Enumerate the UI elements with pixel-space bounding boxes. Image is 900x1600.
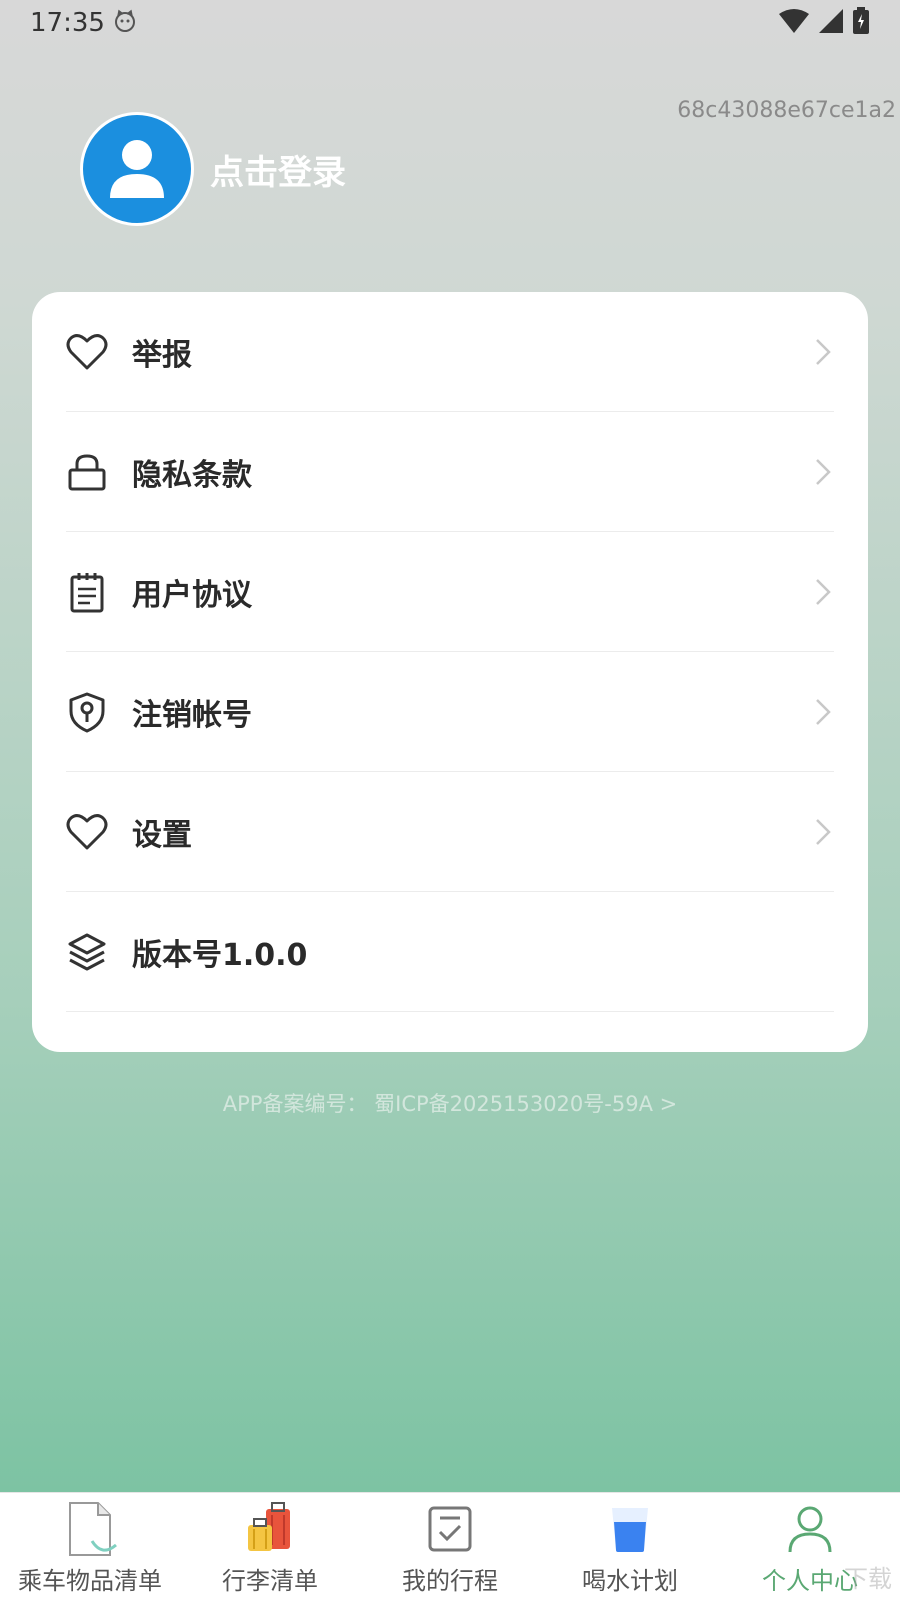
icp-record-link[interactable]: APP备案编号： 蜀ICP备2025153020号-59A >	[0, 1088, 900, 1118]
chevron-right-icon	[814, 817, 834, 847]
tab-label: 喝水计划	[582, 1567, 678, 1595]
status-left: 17:35	[30, 8, 137, 38]
menu-label: 隐私条款	[132, 457, 252, 493]
heart-icon	[66, 811, 108, 853]
tab-luggage[interactable]: 行李清单	[180, 1493, 360, 1600]
chevron-right-icon	[814, 337, 834, 367]
chevron-right-icon	[814, 577, 834, 607]
menu-label: 举报	[132, 337, 192, 373]
watermark-text: 下载	[844, 1565, 892, 1593]
menu-label: 用户协议	[132, 577, 252, 613]
water-cup-icon	[600, 1501, 660, 1557]
shield-key-icon	[66, 691, 108, 733]
luggage-icon	[240, 1501, 300, 1557]
status-bar: 17:35	[0, 0, 900, 46]
profile-header[interactable]: 点击登录	[80, 112, 346, 226]
menu-item-settings[interactable]: 设置	[66, 772, 834, 892]
version-label: 版本号1.0.0	[132, 937, 308, 973]
lock-icon	[66, 451, 108, 493]
menu-item-report[interactable]: 举报	[66, 292, 834, 412]
menu-item-user-agreement[interactable]: 用户协议	[66, 532, 834, 652]
tab-label: 乘车物品清单	[18, 1567, 162, 1595]
menu-item-delete-account[interactable]: 注销帐号	[66, 652, 834, 772]
notepad-icon	[66, 571, 108, 613]
status-time: 17:35	[30, 8, 105, 38]
menu-label: 注销帐号	[132, 697, 252, 733]
tab-water-plan[interactable]: 喝水计划	[540, 1493, 720, 1600]
avatar[interactable]	[80, 112, 194, 226]
tab-ride-items[interactable]: 乘车物品清单	[0, 1493, 180, 1600]
tab-label: 行李清单	[222, 1567, 318, 1595]
tab-label: 我的行程	[402, 1567, 498, 1595]
user-icon	[110, 140, 164, 198]
wifi-icon	[778, 8, 810, 38]
watermark: 下载	[844, 1559, 892, 1594]
heart-icon	[66, 331, 108, 373]
document-icon	[60, 1501, 120, 1557]
signal-icon	[818, 8, 844, 38]
device-id: 68c43088e67ce1a2	[677, 98, 896, 123]
chevron-right-icon	[814, 697, 834, 727]
battery-icon	[852, 7, 870, 39]
login-link[interactable]: 点击登录	[210, 145, 346, 194]
status-right	[778, 7, 870, 39]
menu-card: 举报 隐私条款 用户协议 注销帐号 设置 版本号1.0.0	[32, 292, 868, 1052]
menu-item-version: 版本号1.0.0	[66, 892, 834, 1012]
bottom-tab-bar: 乘车物品清单 行李清单 我的行程 喝水计划 个人中心	[0, 1492, 900, 1600]
menu-item-privacy[interactable]: 隐私条款	[66, 412, 834, 532]
chevron-right-icon	[814, 457, 834, 487]
person-icon	[780, 1501, 840, 1557]
checklist-icon	[420, 1501, 480, 1557]
layers-icon	[66, 931, 108, 973]
notification-cat-icon	[113, 9, 137, 37]
tab-my-trip[interactable]: 我的行程	[360, 1493, 540, 1600]
menu-label: 设置	[132, 817, 192, 853]
